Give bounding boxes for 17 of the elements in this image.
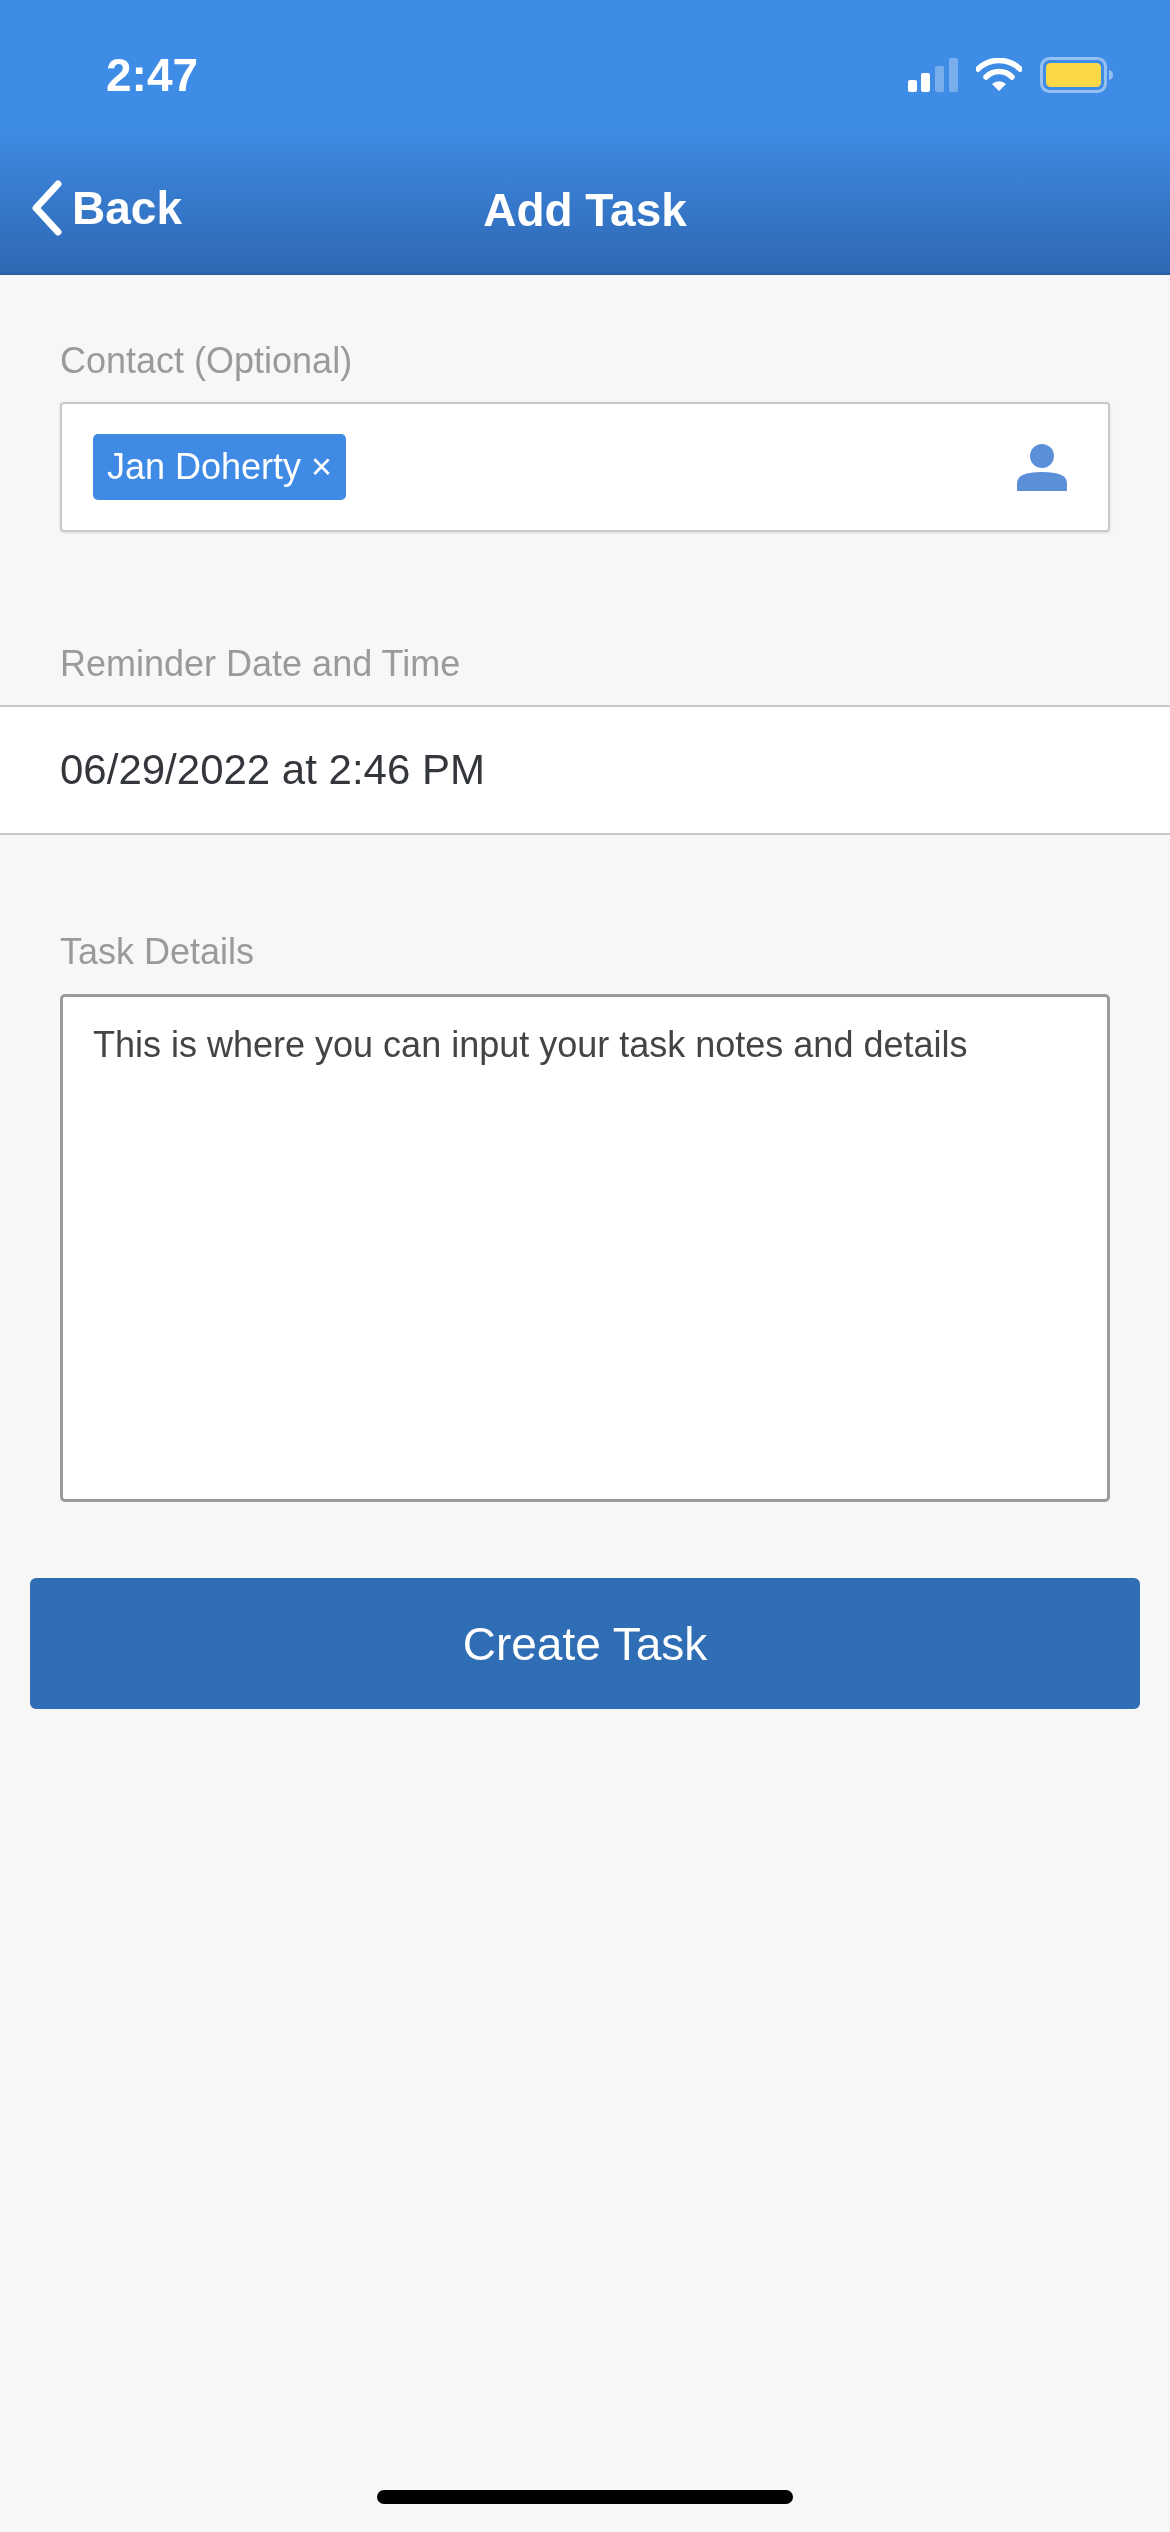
create-task-button[interactable]: Create Task xyxy=(30,1578,1140,1709)
field-label: Reminder Date and Time xyxy=(60,642,461,685)
signal-icon xyxy=(908,58,958,92)
field-label: Task Details xyxy=(60,930,255,973)
field-label: Contact (Optional) xyxy=(60,339,353,382)
status-time: 2:47 xyxy=(106,52,199,98)
wifi-icon xyxy=(976,58,1022,92)
remove-button[interactable]: × xyxy=(311,449,333,485)
reminder-date-field[interactable]: 06/29/2022 at 2:46 PM xyxy=(0,705,1170,835)
task-details-field[interactable]: This is where you can input your task notes and details xyxy=(60,994,1110,1502)
chip-label: Jan Doherty xyxy=(107,449,302,485)
chevron-left-icon xyxy=(30,180,62,236)
page-title: Add Task xyxy=(483,186,687,233)
battery-icon xyxy=(1040,57,1114,93)
person-icon[interactable] xyxy=(1017,443,1067,491)
back-button[interactable]: Back xyxy=(30,180,182,236)
contact-field[interactable]: Jan Doherty × xyxy=(60,402,1110,532)
